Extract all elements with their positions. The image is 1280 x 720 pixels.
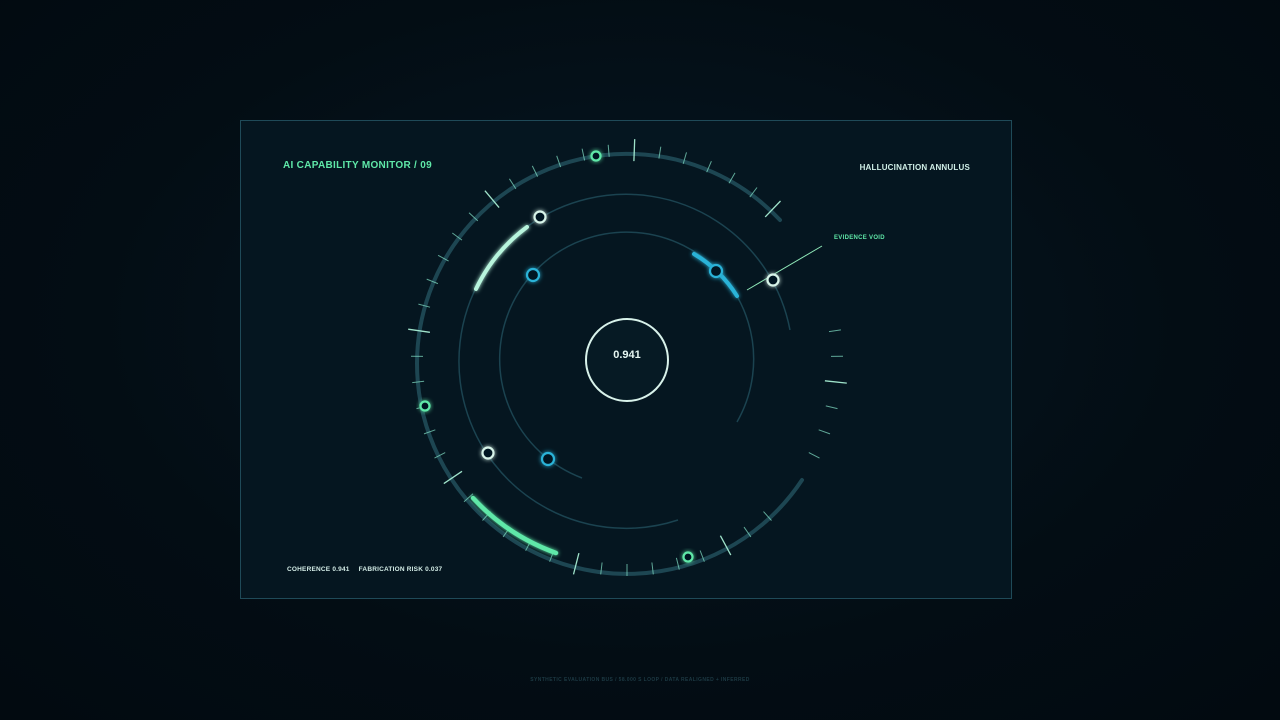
mode-label: HALLUCINATION ANNULUS [859, 163, 970, 172]
outer-ring-tick [572, 552, 580, 575]
node-outer-top-green[interactable] [590, 150, 602, 162]
node-middle-bottom-mint[interactable] [481, 446, 495, 460]
node-inner-bottom-teal[interactable] [540, 451, 556, 467]
hud-stage: AI CAPABILITY MONITOR / 09 HALLUCINATION… [0, 0, 1280, 720]
outer-ring-tick [808, 452, 820, 459]
evidence-void-callout-line [746, 245, 823, 291]
outer-ring-tick [412, 380, 425, 384]
fabrication-risk-metric: FABRICATION RISK 0.037 [358, 566, 443, 573]
node-outer-bottom-green[interactable] [682, 551, 694, 563]
monitor-title: AI CAPABILITY MONITOR / 09 [283, 160, 432, 171]
node-evidence-void-mint[interactable] [766, 273, 780, 287]
outer-ring-tick [824, 380, 847, 384]
node-inner-right-teal[interactable] [708, 263, 724, 279]
node-inner-left-teal[interactable] [525, 267, 541, 283]
center-score: 0.941 [613, 349, 641, 361]
outer-ring-tick [825, 405, 838, 410]
footer-status: SYNTHETIC EVALUATION BUS / 58.000 S LOOP… [530, 677, 750, 683]
outer-ring-tick [633, 139, 636, 162]
metrics-readout: COHERENCE 0.941 FABRICATION RISK 0.037 [287, 566, 442, 573]
outer-ring-tick [828, 329, 841, 333]
arc-highlight-mint [474, 225, 529, 291]
node-outer-left-green[interactable] [419, 400, 431, 412]
outer-ring-tick [818, 429, 831, 435]
evidence-void-label: EVIDENCE VOID [834, 235, 885, 241]
node-middle-top-mint[interactable] [533, 210, 547, 224]
coherence-metric: COHERENCE 0.941 [287, 566, 350, 573]
